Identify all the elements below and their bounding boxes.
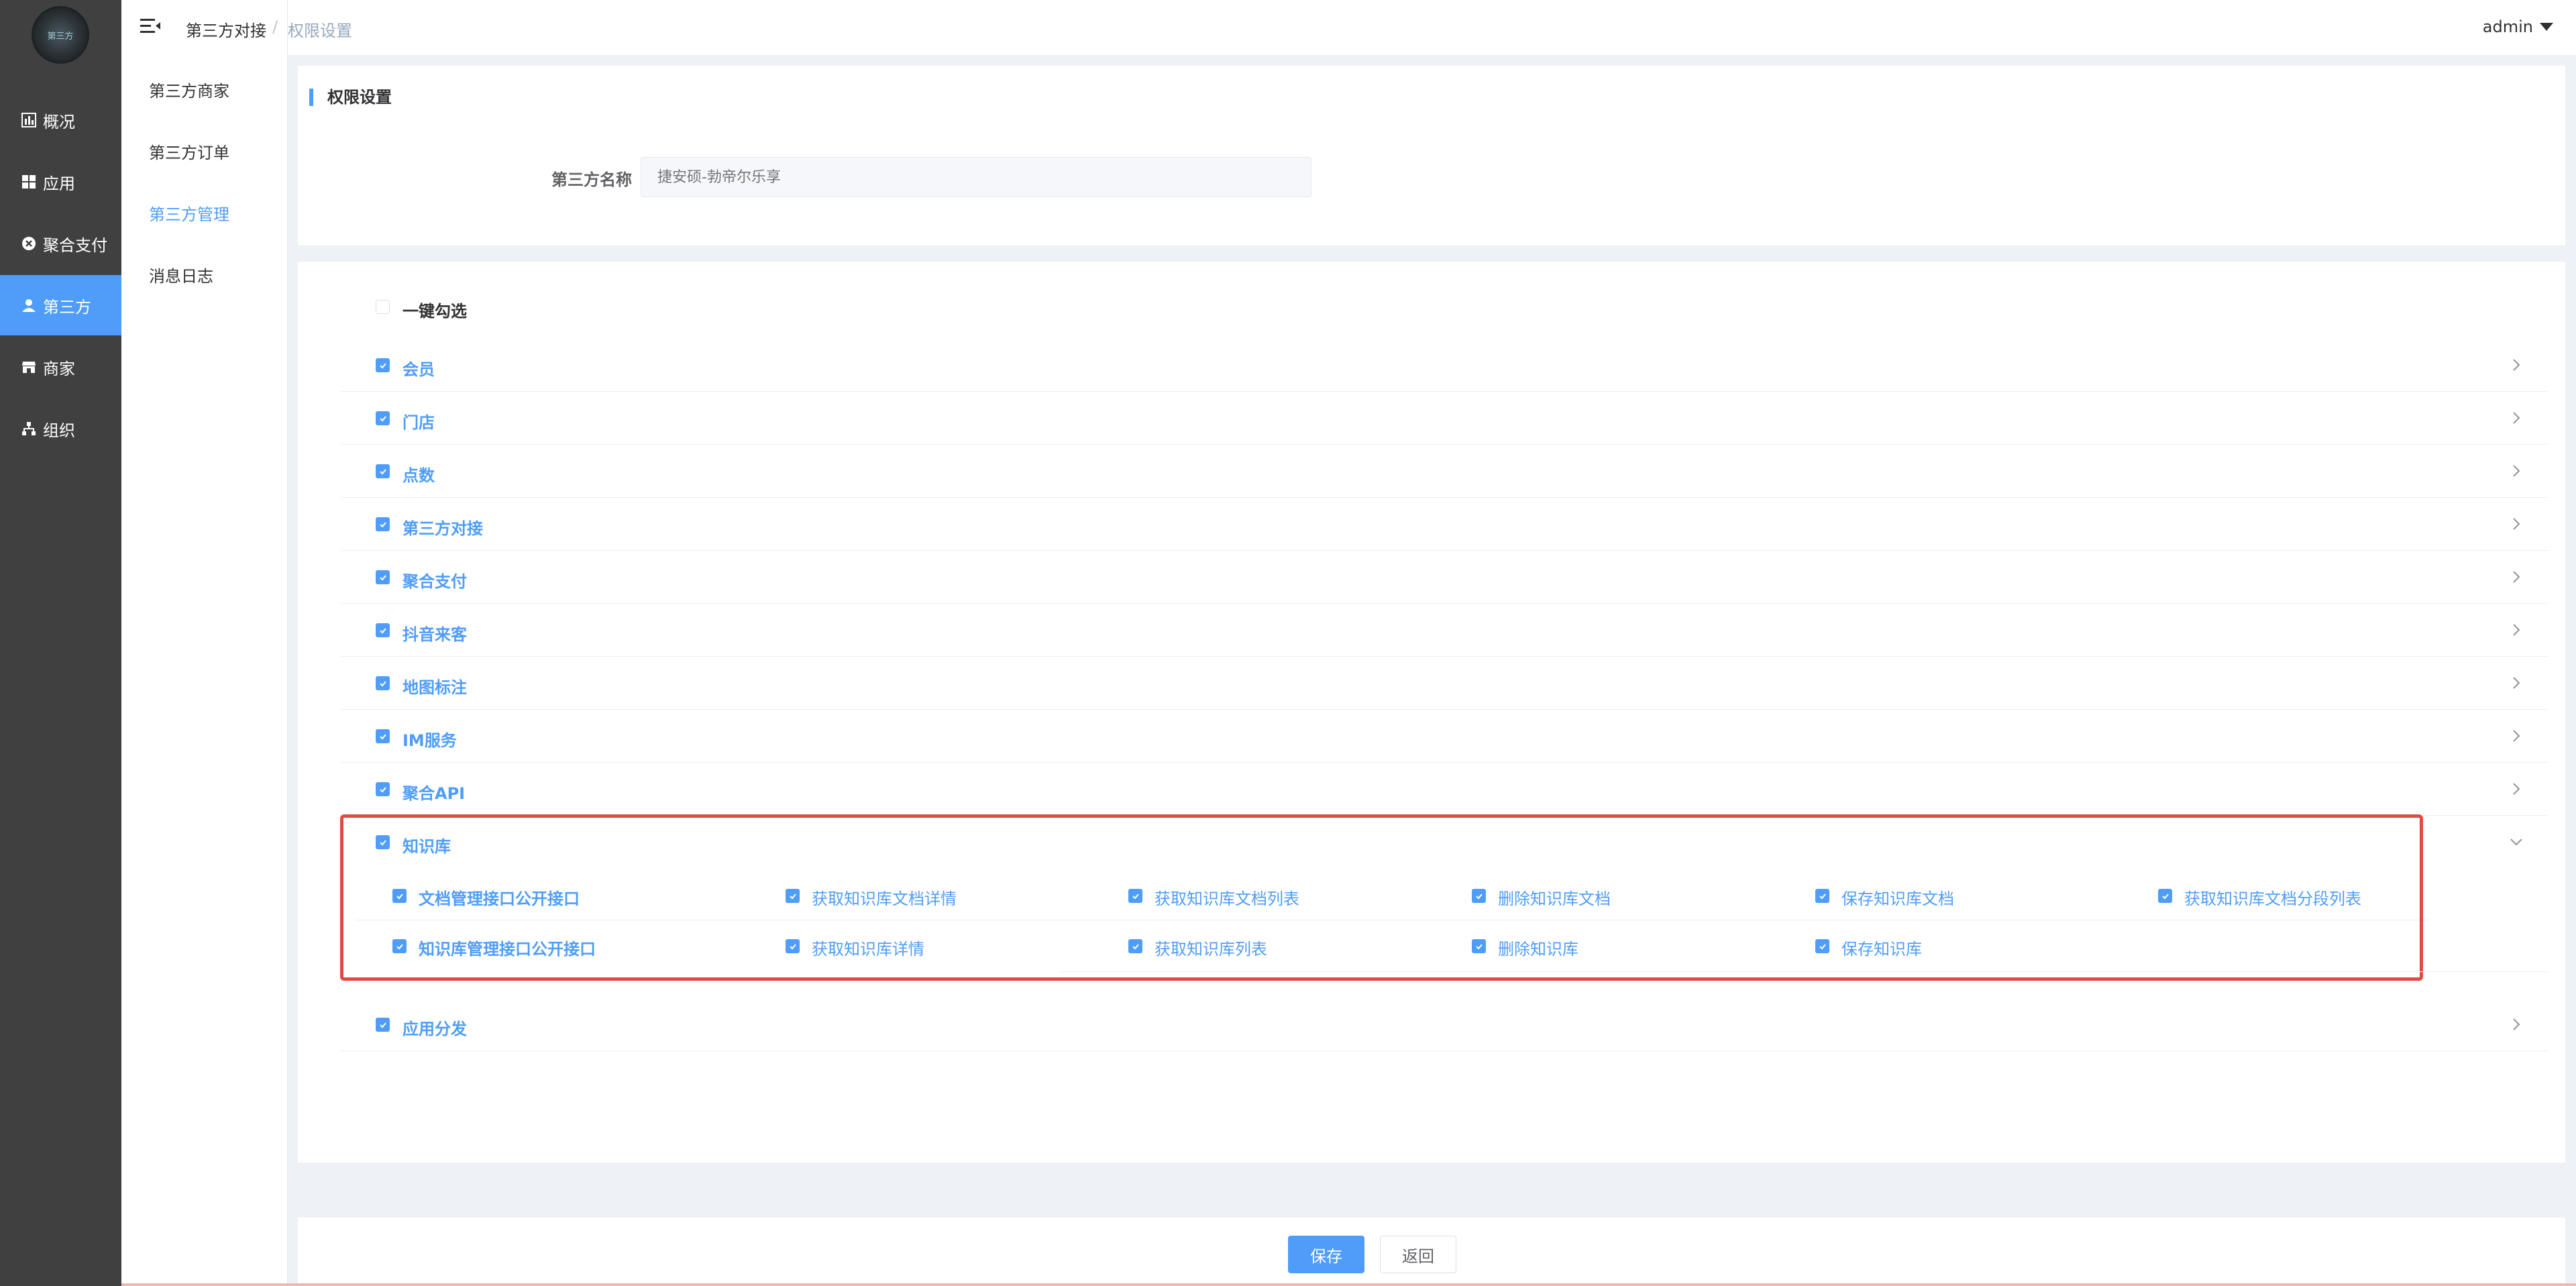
logo-text: 第三方 [47,31,74,42]
group-label: 抖音来客 [402,625,467,644]
group-label: 应用分发 [402,1020,467,1038]
menu-fold-icon[interactable] [140,18,160,34]
highlight-box [340,814,2423,981]
app-logo: 第三方 [32,6,89,64]
breadcrumb-separator: / [272,17,278,36]
org-tree-icon [21,421,36,436]
group-checkbox[interactable] [376,623,390,637]
sidebar-item-label: 概况 [43,112,75,131]
permission-group-member[interactable]: 会员 [341,339,2548,392]
chevron-right-icon[interactable] [2509,517,2524,531]
group-checkbox[interactable] [376,411,390,425]
user-menu[interactable]: admin [2483,17,2553,36]
chevron-right-icon[interactable] [2509,729,2524,743]
permission-group-douyin[interactable]: 抖音来客 [341,604,2548,657]
submenu-item-message-log[interactable]: 消息日志 [149,263,213,286]
bottom-divider [121,1283,2576,1286]
group-label: 聚合支付 [402,572,467,591]
select-all-row: 一键勾选 [341,280,2548,333]
chevron-right-icon[interactable] [2509,1017,2524,1032]
grid-icon [21,174,36,189]
actions-bar: 保存 返回 [298,1218,2565,1286]
third-party-name-label: 第三方名称 [551,170,632,189]
sidebar-item-label: 聚合支付 [43,235,107,255]
username: admin [2482,17,2533,36]
group-checkbox[interactable] [376,464,390,478]
sidebar-item-label: 应用 [43,174,75,193]
group-label: 会员 [402,360,435,379]
bar-chart-icon [21,113,36,127]
settings-header-card: 权限设置 第三方名称 [298,66,2565,246]
sidebar: 第三方 概况 应用 聚合支付 第三方 商家 组织 [0,0,121,1286]
group-label: 第三方对接 [402,519,483,538]
select-all-label: 一键勾选 [402,302,467,321]
sidebar-item-overview[interactable]: 概况 [0,90,121,150]
permission-group-map[interactable]: 地图标注 [341,657,2548,710]
group-checkbox[interactable] [376,1018,390,1032]
group-label: 门店 [402,413,435,432]
chevron-right-icon[interactable] [2509,782,2524,796]
group-checkbox[interactable] [376,676,390,690]
submenu-item-orders[interactable]: 第三方订单 [149,140,229,163]
sidebar-item-organization[interactable]: 组织 [0,398,121,459]
sidebar-item-label: 商家 [43,359,75,378]
submenu-item-merchants[interactable]: 第三方商家 [149,78,229,101]
caret-down-icon [2540,23,2553,31]
submenu: 第三方商家 第三方订单 第三方管理 消息日志 [121,0,288,1286]
chevron-right-icon[interactable] [2509,623,2524,637]
breadcrumb-parent[interactable]: 第三方对接 [186,17,266,41]
chevron-down-icon[interactable] [2509,835,2524,849]
group-label: IM服务 [402,731,457,750]
chevron-right-icon[interactable] [2509,358,2524,372]
sidebar-item-apps[interactable]: 应用 [0,152,121,212]
permission-group-store[interactable]: 门店 [341,392,2548,445]
third-party-name-input[interactable] [641,157,1311,197]
group-checkbox[interactable] [376,358,390,372]
group-checkbox[interactable] [376,782,390,796]
person-icon [21,298,36,313]
select-all-checkbox[interactable] [376,300,390,314]
sidebar-item-merchant[interactable]: 商家 [0,337,121,397]
back-button[interactable]: 返回 [1380,1236,1456,1273]
submenu-item-management[interactable]: 第三方管理 [149,201,229,225]
permission-group-app-distribution[interactable]: 应用分发 [341,998,2548,1051]
sidebar-item-label: 组织 [43,421,75,440]
permission-group-payment[interactable]: 聚合支付 [341,551,2548,604]
chevron-right-icon[interactable] [2509,676,2524,690]
group-label: 聚合API [402,784,466,803]
breadcrumb-current: 权限设置 [288,21,352,40]
chevron-right-icon[interactable] [2509,570,2524,584]
store-icon [21,360,36,374]
permission-group-third-party[interactable]: 第三方对接 [341,498,2548,551]
group-label: 点数 [402,466,435,485]
permission-group-points[interactable]: 点数 [341,445,2548,498]
chevron-right-icon[interactable] [2509,411,2524,425]
sidebar-item-payment[interactable]: 聚合支付 [0,213,121,274]
group-checkbox[interactable] [376,570,390,584]
save-button[interactable]: 保存 [1288,1236,1364,1273]
top-header: 第三方对接 / 权限设置 admin [140,0,2576,55]
page-title: 权限设置 [309,89,392,106]
close-circle-icon [21,236,36,251]
group-label: 地图标注 [402,678,467,697]
sidebar-item-third-party[interactable]: 第三方 [0,275,121,335]
group-checkbox[interactable] [376,517,390,531]
chevron-right-icon[interactable] [2509,464,2524,478]
permission-group-api[interactable]: 聚合API [341,763,2548,816]
permission-group-im[interactable]: IM服务 [341,710,2548,763]
group-checkbox[interactable] [376,729,390,743]
sidebar-item-label: 第三方 [43,297,91,317]
